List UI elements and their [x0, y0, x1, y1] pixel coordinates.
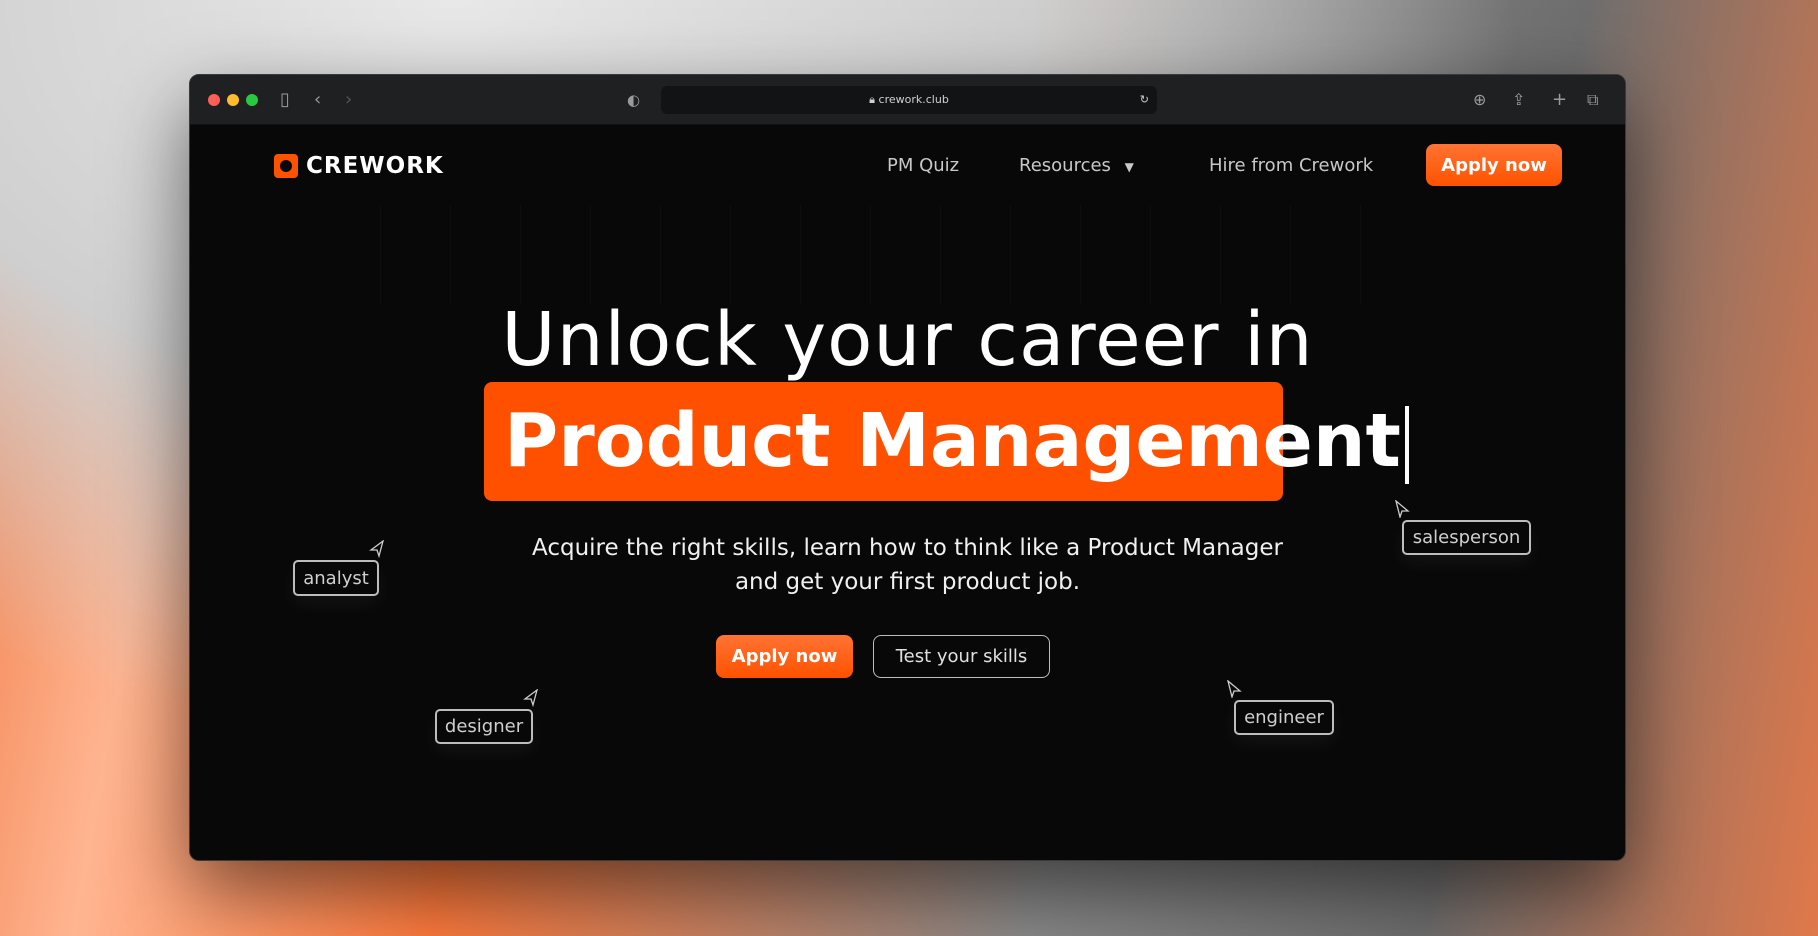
logo[interactable]: CREWORK	[274, 153, 444, 179]
lock-icon: 🔒︎	[869, 93, 879, 106]
sidebar-icon[interactable]: ▯	[280, 88, 290, 112]
background-grid	[380, 205, 1430, 305]
nav-apply-button[interactable]: Apply now	[1426, 144, 1562, 186]
tag-engineer: engineer	[1234, 700, 1334, 735]
address-bar[interactable]: 🔒︎ crework.club ↻	[661, 86, 1157, 114]
nav-resources-label: Resources	[1019, 155, 1111, 176]
chevron-down-icon: ▼	[1124, 160, 1134, 174]
cursor-icon	[1227, 680, 1242, 698]
brand-name: CREWORK	[306, 153, 444, 179]
nav-pm-quiz[interactable]: PM Quiz	[887, 155, 959, 176]
url-text: crework.club	[878, 93, 949, 106]
shield-icon[interactable]: ◐	[627, 88, 640, 112]
hero-highlight: Product Management	[484, 382, 1409, 501]
highlight-text: Product Management	[504, 398, 1401, 484]
tag-analyst: analyst	[293, 560, 379, 596]
tag-designer: designer	[435, 709, 533, 744]
new-tab-icon[interactable]: +	[1552, 88, 1567, 112]
logo-mark-icon	[274, 154, 298, 178]
download-icon[interactable]: ⊕	[1473, 88, 1486, 112]
nav-resources[interactable]: Resources ▼	[1019, 155, 1134, 176]
zoom-window-button[interactable]	[246, 94, 258, 106]
minimize-window-button[interactable]	[227, 94, 239, 106]
cursor-icon	[369, 540, 384, 558]
back-icon[interactable]: ‹	[314, 88, 321, 112]
tag-salesperson: salesperson	[1402, 520, 1531, 555]
subtitle-line: and get your first product job.	[734, 569, 1081, 595]
close-window-button[interactable]	[208, 94, 220, 106]
reload-icon[interactable]: ↻	[1140, 86, 1149, 114]
forward-icon[interactable]: ›	[345, 88, 352, 112]
browser-window: ▯ ‹ › ◐ 🔒︎ crework.club ↻ ⊕ ⇪ + ⧉ CREWORK…	[189, 74, 1626, 861]
nav-hire[interactable]: Hire from Crework	[1209, 155, 1373, 176]
cursor-icon	[523, 689, 538, 707]
hero-apply-button[interactable]: Apply now	[716, 635, 853, 678]
site-nav: CREWORK PM Quiz Resources ▼ Hire from Cr…	[190, 125, 1625, 205]
cursor-icon	[1395, 500, 1410, 518]
typing-caret	[1404, 406, 1409, 485]
share-icon[interactable]: ⇪	[1512, 88, 1525, 112]
test-skills-button[interactable]: Test your skills	[873, 635, 1050, 678]
browser-toolbar: ▯ ‹ › ◐ 🔒︎ crework.club ↻ ⊕ ⇪ + ⧉	[190, 75, 1625, 125]
hero-title: Unlock your career in	[501, 297, 1314, 383]
tabs-overview-icon[interactable]: ⧉	[1587, 88, 1598, 112]
